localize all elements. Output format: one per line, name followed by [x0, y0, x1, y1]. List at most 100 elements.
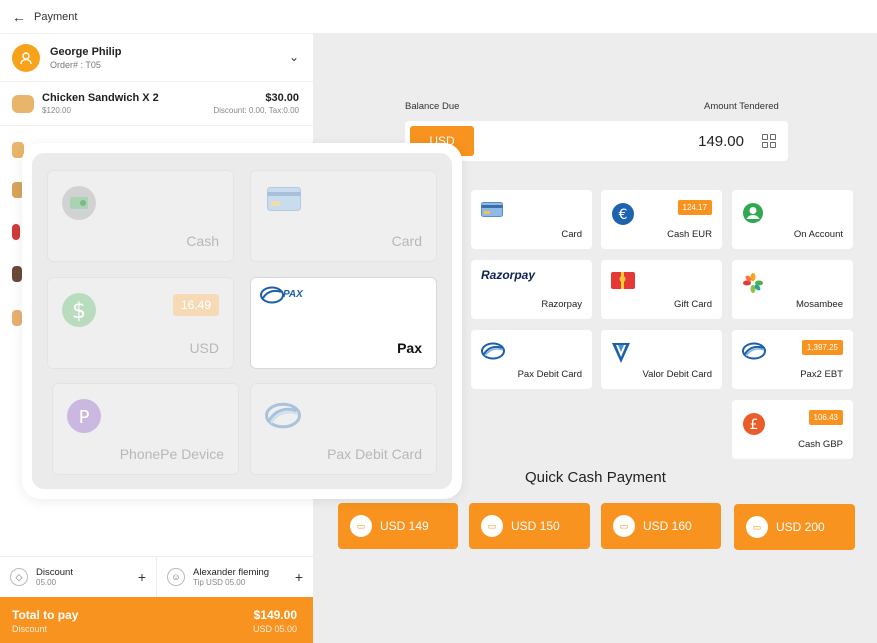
- staff-name: Alexander fleming: [193, 567, 270, 578]
- item-thumbnail: [12, 310, 22, 326]
- customer-selector[interactable]: George Philip Order# : T05 ⌄: [0, 34, 313, 82]
- tile-badge: 106.43: [808, 410, 843, 425]
- payment-methods-zoom-popup: Cash Card $ 16.49 USD PAX Pax P PhonePe …: [22, 143, 462, 499]
- tile-label: Mosambee: [796, 299, 843, 310]
- tile-label: Pax: [397, 340, 422, 356]
- tile-label: Cash EUR: [667, 229, 712, 240]
- adjustments-row: ◇ Discount 05.00 + ☺ Alexander fleming T…: [0, 556, 313, 597]
- total-discount-amount: USD 05.00: [252, 624, 297, 634]
- order-item[interactable]: Chicken Sandwich X 2 $120.00 $30.00 Disc…: [0, 82, 313, 126]
- quick-cash-title: Quick Cash Payment: [525, 469, 666, 486]
- item-price: $30.00: [265, 92, 299, 104]
- popup-tile-pax-debit[interactable]: Pax Debit Card: [250, 383, 437, 475]
- cash-note-icon: ▭: [350, 515, 372, 537]
- credit-card-icon: [481, 202, 503, 222]
- svg-text:€: €: [619, 207, 628, 223]
- tile-label: Cash GBP: [798, 439, 843, 450]
- phonepe-icon: P: [66, 398, 102, 439]
- payment-tile-pax2-ebt[interactable]: 1,397.25 Pax2 EBT: [732, 330, 853, 389]
- item-thumbnail: [12, 266, 22, 282]
- top-bar: ← Payment: [0, 0, 877, 34]
- quick-cash-label: USD 160: [643, 519, 692, 533]
- tile-label: Pax Debit Card: [327, 446, 422, 462]
- balance-due-label: Balance Due: [405, 101, 460, 112]
- popup-tile-usd[interactable]: $ 16.49 USD: [47, 277, 234, 369]
- cash-note-icon: ▭: [613, 515, 635, 537]
- customer-name: George Philip: [50, 45, 122, 58]
- page-title: Payment: [34, 10, 78, 23]
- popup-tile-area: Cash Card $ 16.49 USD PAX Pax P PhonePe …: [32, 153, 452, 489]
- payment-tile-gift-card[interactable]: Gift Card: [601, 260, 722, 319]
- amount-input-box[interactable]: USD 149.00: [405, 121, 788, 161]
- tile-label: Valor Debit Card: [642, 369, 712, 380]
- amount-tendered-value[interactable]: 149.00: [698, 133, 744, 150]
- item-subtotal: $120.00: [42, 106, 71, 115]
- pax-globe-icon: [265, 402, 301, 434]
- pax-logo-icon: PAX: [259, 286, 319, 308]
- payment-tile-cash-gbp[interactable]: £ 106.43 Cash GBP: [732, 400, 853, 459]
- cash-note-icon: ▭: [746, 516, 768, 538]
- euro-icon: €: [611, 202, 635, 231]
- credit-card-icon: [267, 187, 301, 216]
- quick-cash-label: USD 149: [380, 519, 429, 533]
- item-name: Chicken Sandwich X 2: [42, 92, 159, 104]
- payment-tile-pax-debit[interactable]: Pax Debit Card: [471, 330, 592, 389]
- payment-tile-card[interactable]: Card: [471, 190, 592, 249]
- quick-cash-label: USD 200: [776, 520, 825, 534]
- payment-tile-razorpay[interactable]: Razorpay Razorpay: [471, 260, 592, 319]
- cash-note-icon: ▭: [481, 515, 503, 537]
- popup-tile-pax[interactable]: PAX Pax: [250, 277, 437, 369]
- quick-cash-button[interactable]: ▭ USD 160: [601, 503, 721, 549]
- staff-tip-cell[interactable]: ☺ Alexander fleming Tip USD 05.00 +: [156, 557, 313, 597]
- tile-label: Card: [391, 233, 422, 249]
- item-discount-tax: Discount: 0.00, Tax:0.00: [213, 106, 299, 115]
- order-number: Order# : T05: [50, 59, 101, 70]
- mosambee-logo-icon: [742, 272, 764, 299]
- quick-cash-button[interactable]: ▭ USD 150: [469, 503, 590, 549]
- tile-label: PhonePe Device: [119, 446, 224, 462]
- popup-tile-phonepe[interactable]: P PhonePe Device: [52, 383, 239, 475]
- gift-card-icon: [611, 272, 635, 294]
- user-circle-icon: [742, 202, 764, 229]
- payment-tile-mosambee[interactable]: Mosambee: [732, 260, 853, 319]
- quick-cash-button[interactable]: ▭ USD 149: [338, 503, 458, 549]
- item-thumbnail: [12, 224, 20, 240]
- tag-icon: ◇: [10, 568, 28, 586]
- tile-badge: 16.49: [172, 294, 219, 316]
- payment-tile-cash-eur[interactable]: € 124.17 Cash EUR: [601, 190, 722, 249]
- total-label: Total to pay: [12, 608, 79, 622]
- chevron-down-icon[interactable]: ⌄: [289, 50, 299, 64]
- total-bar[interactable]: Total to pay Discount $149.00 USD 05.00: [0, 597, 313, 643]
- back-arrow-icon[interactable]: ←: [12, 9, 26, 25]
- tile-label: Razorpay: [541, 299, 582, 310]
- add-tip-icon[interactable]: +: [295, 569, 303, 585]
- tile-label: Pax Debit Card: [517, 369, 582, 380]
- tile-label: USD: [189, 340, 219, 356]
- user-avatar-icon: [12, 43, 40, 72]
- tile-label: Gift Card: [673, 299, 712, 310]
- svg-text:£: £: [750, 417, 759, 433]
- svg-text:P: P: [79, 407, 90, 428]
- tile-label: Cash: [186, 233, 219, 249]
- payment-tile-valor-debit[interactable]: Valor Debit Card: [601, 330, 722, 389]
- pound-icon: £: [742, 412, 766, 441]
- amount-tendered-label: Amount Tendered: [704, 101, 779, 112]
- add-discount-icon[interactable]: +: [138, 569, 146, 585]
- staff-tip: Tip USD 05.00: [193, 578, 246, 587]
- valor-shield-icon: [611, 342, 631, 369]
- tile-badge: 124.17: [677, 200, 712, 215]
- item-thumbnail: [12, 94, 34, 113]
- popup-tile-cash[interactable]: Cash: [47, 170, 234, 262]
- discount-cell[interactable]: ◇ Discount 05.00 +: [0, 557, 156, 597]
- popup-tile-card[interactable]: Card: [250, 170, 437, 262]
- svg-text:$: $: [72, 299, 86, 324]
- tile-badge: 1,397.25: [801, 340, 843, 355]
- payment-tile-on-account[interactable]: On Account: [732, 190, 853, 249]
- discount-value: 05.00: [36, 578, 57, 587]
- keypad-grid-icon[interactable]: [762, 134, 776, 148]
- pax-globe-icon: [742, 342, 766, 365]
- quick-cash-button[interactable]: ▭ USD 200: [734, 504, 855, 550]
- payment-screen: ← Payment George Philip Order# : T05 ⌄ C…: [0, 0, 877, 643]
- cash-icon: [61, 185, 97, 226]
- tile-label: Pax2 EBT: [800, 369, 843, 380]
